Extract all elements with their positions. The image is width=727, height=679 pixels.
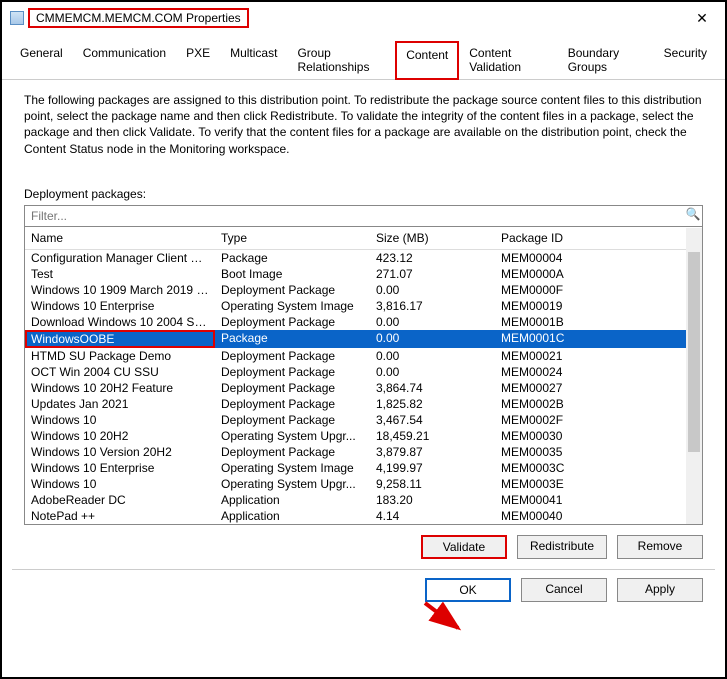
tab-security[interactable]: Security	[654, 40, 717, 79]
table-row[interactable]: TestBoot Image271.07MEM0000A	[25, 266, 702, 282]
tab-content[interactable]: Content	[395, 41, 459, 80]
table-row[interactable]: Windows 10 20H2 FeatureDeployment Packag…	[25, 380, 702, 396]
col-type[interactable]: Type	[215, 227, 370, 249]
scrollbar[interactable]	[686, 228, 702, 524]
table-row[interactable]: Windows 10 Version 20H2Deployment Packag…	[25, 444, 702, 460]
table-row[interactable]: WindowsOOBEPackage0.00MEM0001C	[25, 330, 702, 348]
table-row[interactable]: Windows 10Deployment Package3,467.54MEM0…	[25, 412, 702, 428]
filter-input[interactable]	[25, 206, 684, 226]
apply-button[interactable]: Apply	[617, 578, 703, 602]
tab-strip: GeneralCommunicationPXEMulticastGroup Re…	[2, 40, 725, 80]
table-row[interactable]: Windows 10 20H2Operating System Upgr...1…	[25, 428, 702, 444]
description-text: The following packages are assigned to t…	[24, 92, 703, 157]
tab-general[interactable]: General	[10, 40, 73, 79]
deployment-packages-label: Deployment packages:	[24, 187, 703, 201]
tab-content-validation[interactable]: Content Validation	[459, 40, 557, 79]
table-row[interactable]: AdobeReader DCApplication183.20MEM00041	[25, 492, 702, 508]
redistribute-button[interactable]: Redistribute	[517, 535, 607, 559]
tab-communication[interactable]: Communication	[73, 40, 176, 79]
table-row[interactable]: HTMD SU Package DemoDeployment Package0.…	[25, 348, 702, 364]
table-row[interactable]: Windows 10 EnterpriseOperating System Im…	[25, 298, 702, 314]
col-size[interactable]: Size (MB)	[370, 227, 495, 249]
tab-group-relationships[interactable]: Group Relationships	[287, 40, 395, 79]
window-title: CMMEMCM.MEMCM.COM Properties	[28, 8, 249, 28]
col-package-id[interactable]: Package ID	[495, 227, 615, 249]
tab-boundary-groups[interactable]: Boundary Groups	[558, 40, 654, 79]
cancel-button[interactable]: Cancel	[521, 578, 607, 602]
table-row[interactable]: Windows 10Operating System Upgr...9,258.…	[25, 476, 702, 492]
package-grid: Name Type Size (MB) Package ID Configura…	[24, 227, 703, 525]
window-icon	[10, 11, 24, 25]
ok-button[interactable]: OK	[425, 578, 511, 602]
table-row[interactable]: OCT Win 2004 CU SSUDeployment Package0.0…	[25, 364, 702, 380]
remove-button[interactable]: Remove	[617, 535, 703, 559]
tab-multicast[interactable]: Multicast	[220, 40, 287, 79]
col-name[interactable]: Name	[25, 227, 215, 249]
annotation-arrow	[420, 598, 470, 638]
table-row[interactable]: Windows 10 1909 March 2019 Up...Deployme…	[25, 282, 702, 298]
close-icon[interactable]: ✕	[687, 10, 717, 27]
tab-pxe[interactable]: PXE	[176, 40, 220, 79]
table-row[interactable]: Download Windows 10 2004 Serv...Deployme…	[25, 314, 702, 330]
table-row[interactable]: Updates Jan 2021Deployment Package1,825.…	[25, 396, 702, 412]
search-icon[interactable]: 🔍	[684, 206, 702, 226]
table-row[interactable]: Windows 10 EnterpriseOperating System Im…	[25, 460, 702, 476]
table-row[interactable]: Configuration Manager Client Pac...Packa…	[25, 250, 702, 266]
table-row[interactable]: NotePad ++Application4.14MEM00040	[25, 508, 702, 524]
filter-box: 🔍	[24, 205, 703, 227]
validate-button[interactable]: Validate	[421, 535, 507, 559]
